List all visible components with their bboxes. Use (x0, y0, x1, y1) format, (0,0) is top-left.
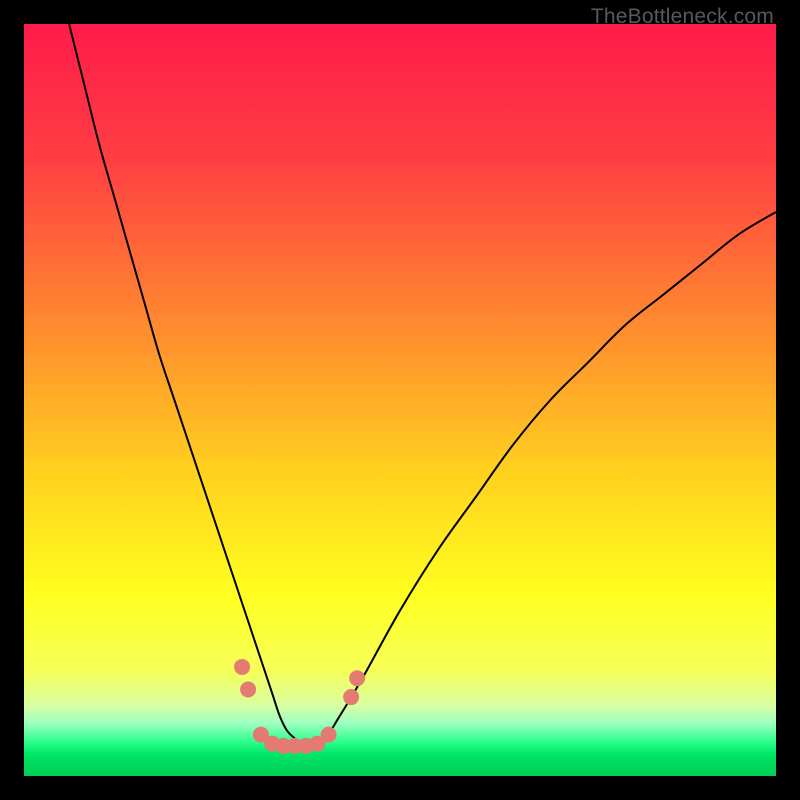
marker-dot (343, 689, 359, 705)
marker-dot (240, 682, 256, 698)
bottleneck-curve (69, 24, 776, 747)
curve-layer (24, 24, 776, 776)
plot-area (24, 24, 776, 776)
marker-dot (321, 727, 337, 743)
chart-frame (24, 24, 776, 776)
marker-dot (349, 670, 365, 686)
marker-dot (234, 659, 250, 675)
